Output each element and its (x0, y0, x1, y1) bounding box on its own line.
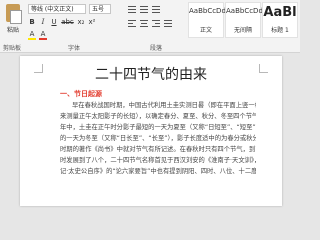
multilevel-list-icon[interactable] (152, 6, 160, 14)
style-preview: AaBbCcDd (226, 7, 263, 15)
style-name: 标题 1 (271, 27, 289, 34)
bold-button[interactable]: B (28, 18, 36, 28)
section-heading: 一、节日起源 (60, 90, 102, 98)
paragraph-line: 来测量正午太阳影子的长短），以确定春分、夏至、秋分、冬至四个节气。一 (60, 113, 256, 120)
paragraph-line: 早在春秋战国时期，中国古代利用土圭实测日晷（即在平面上竖一根杆子 (72, 102, 256, 109)
style-preview: AaBl (263, 5, 297, 20)
font-group: 等线 (中文正文) 五号 B I U abc x₂ x² A A (28, 2, 124, 42)
font-size-dropdown[interactable]: 五号 (89, 4, 111, 14)
ribbon-group-labels: 剪贴板 字体 段落 (0, 43, 300, 52)
paragraph-line: 记·太史公自序》的“论六家要旨”中也有提到阴阳、四时、八位、十二度、二十 (60, 168, 256, 175)
superscript-button[interactable]: x² (88, 18, 96, 28)
paste-label: 粘贴 (6, 27, 19, 34)
paragraph-group (128, 2, 188, 42)
clipboard-group-label: 剪贴板 (3, 45, 22, 52)
strikethrough-button[interactable]: abc (61, 18, 74, 28)
paragraph-line: 的一天为冬至（又称“日长至”、“长至”），影子长度适中的为春分或秋分。春秋 (60, 135, 256, 142)
underline-button[interactable]: U (50, 18, 58, 28)
justify-icon[interactable] (164, 20, 172, 28)
style-no-spacing[interactable]: AaBbCcDd 无间隔 (225, 2, 263, 38)
color-buttons-row: A A (28, 30, 47, 40)
highlight-color-button[interactable]: A (28, 30, 36, 40)
document-page[interactable]: 二十四节气的由来 一、节日起源 早在春秋战国时期，中国古代利用土圭实测日晷（即在… (20, 56, 282, 206)
paragraph-line: 时发展到了八个，二十四节气名称首见于西汉刘安的《淮南子·天文训》，《史 (60, 157, 256, 164)
bullets-icon[interactable] (128, 6, 136, 14)
numbering-icon[interactable] (140, 6, 148, 14)
italic-button[interactable]: I (39, 18, 47, 28)
format-buttons-row: B I U abc x₂ x² (28, 18, 96, 28)
paragraph-line: 年中，土圭在正午时分影子最短的一天为夏至（又称“日短至”、“短至”），最长 (60, 124, 256, 131)
styles-gallery: AaBbCcDd 正文 AaBbCcDd 无间隔 AaBl 标题 1 (188, 2, 300, 40)
align-right-icon[interactable] (152, 20, 160, 28)
font-color-button[interactable]: A (39, 30, 47, 40)
paragraph-line: 时期的著作《尚书》中就对节气有所记述。在春秋时只有四个节气，到了周朝 (60, 146, 256, 153)
align-center-icon[interactable] (140, 20, 148, 28)
paragraph-group-label: 段落 (150, 45, 163, 52)
document-title: 二十四节气的由来 (95, 67, 207, 83)
style-name: 无间隔 (233, 27, 252, 34)
ribbon: 粘贴 等线 (中文正文) 五号 B I U abc x₂ x² A A AaBb… (0, 0, 300, 53)
style-name: 正文 (199, 27, 212, 34)
paste-sheet-icon (10, 10, 22, 24)
align-left-icon[interactable] (128, 20, 136, 28)
style-normal[interactable]: AaBbCcDd 正文 (188, 2, 226, 38)
paste-button[interactable]: 粘贴 (2, 2, 24, 36)
font-group-label: 字体 (68, 45, 81, 52)
style-preview: AaBbCcDd (189, 7, 226, 15)
style-heading-1[interactable]: AaBl 标题 1 (262, 2, 298, 38)
font-name-dropdown[interactable]: 等线 (中文正文) (28, 4, 86, 14)
subscript-button[interactable]: x₂ (77, 18, 85, 28)
